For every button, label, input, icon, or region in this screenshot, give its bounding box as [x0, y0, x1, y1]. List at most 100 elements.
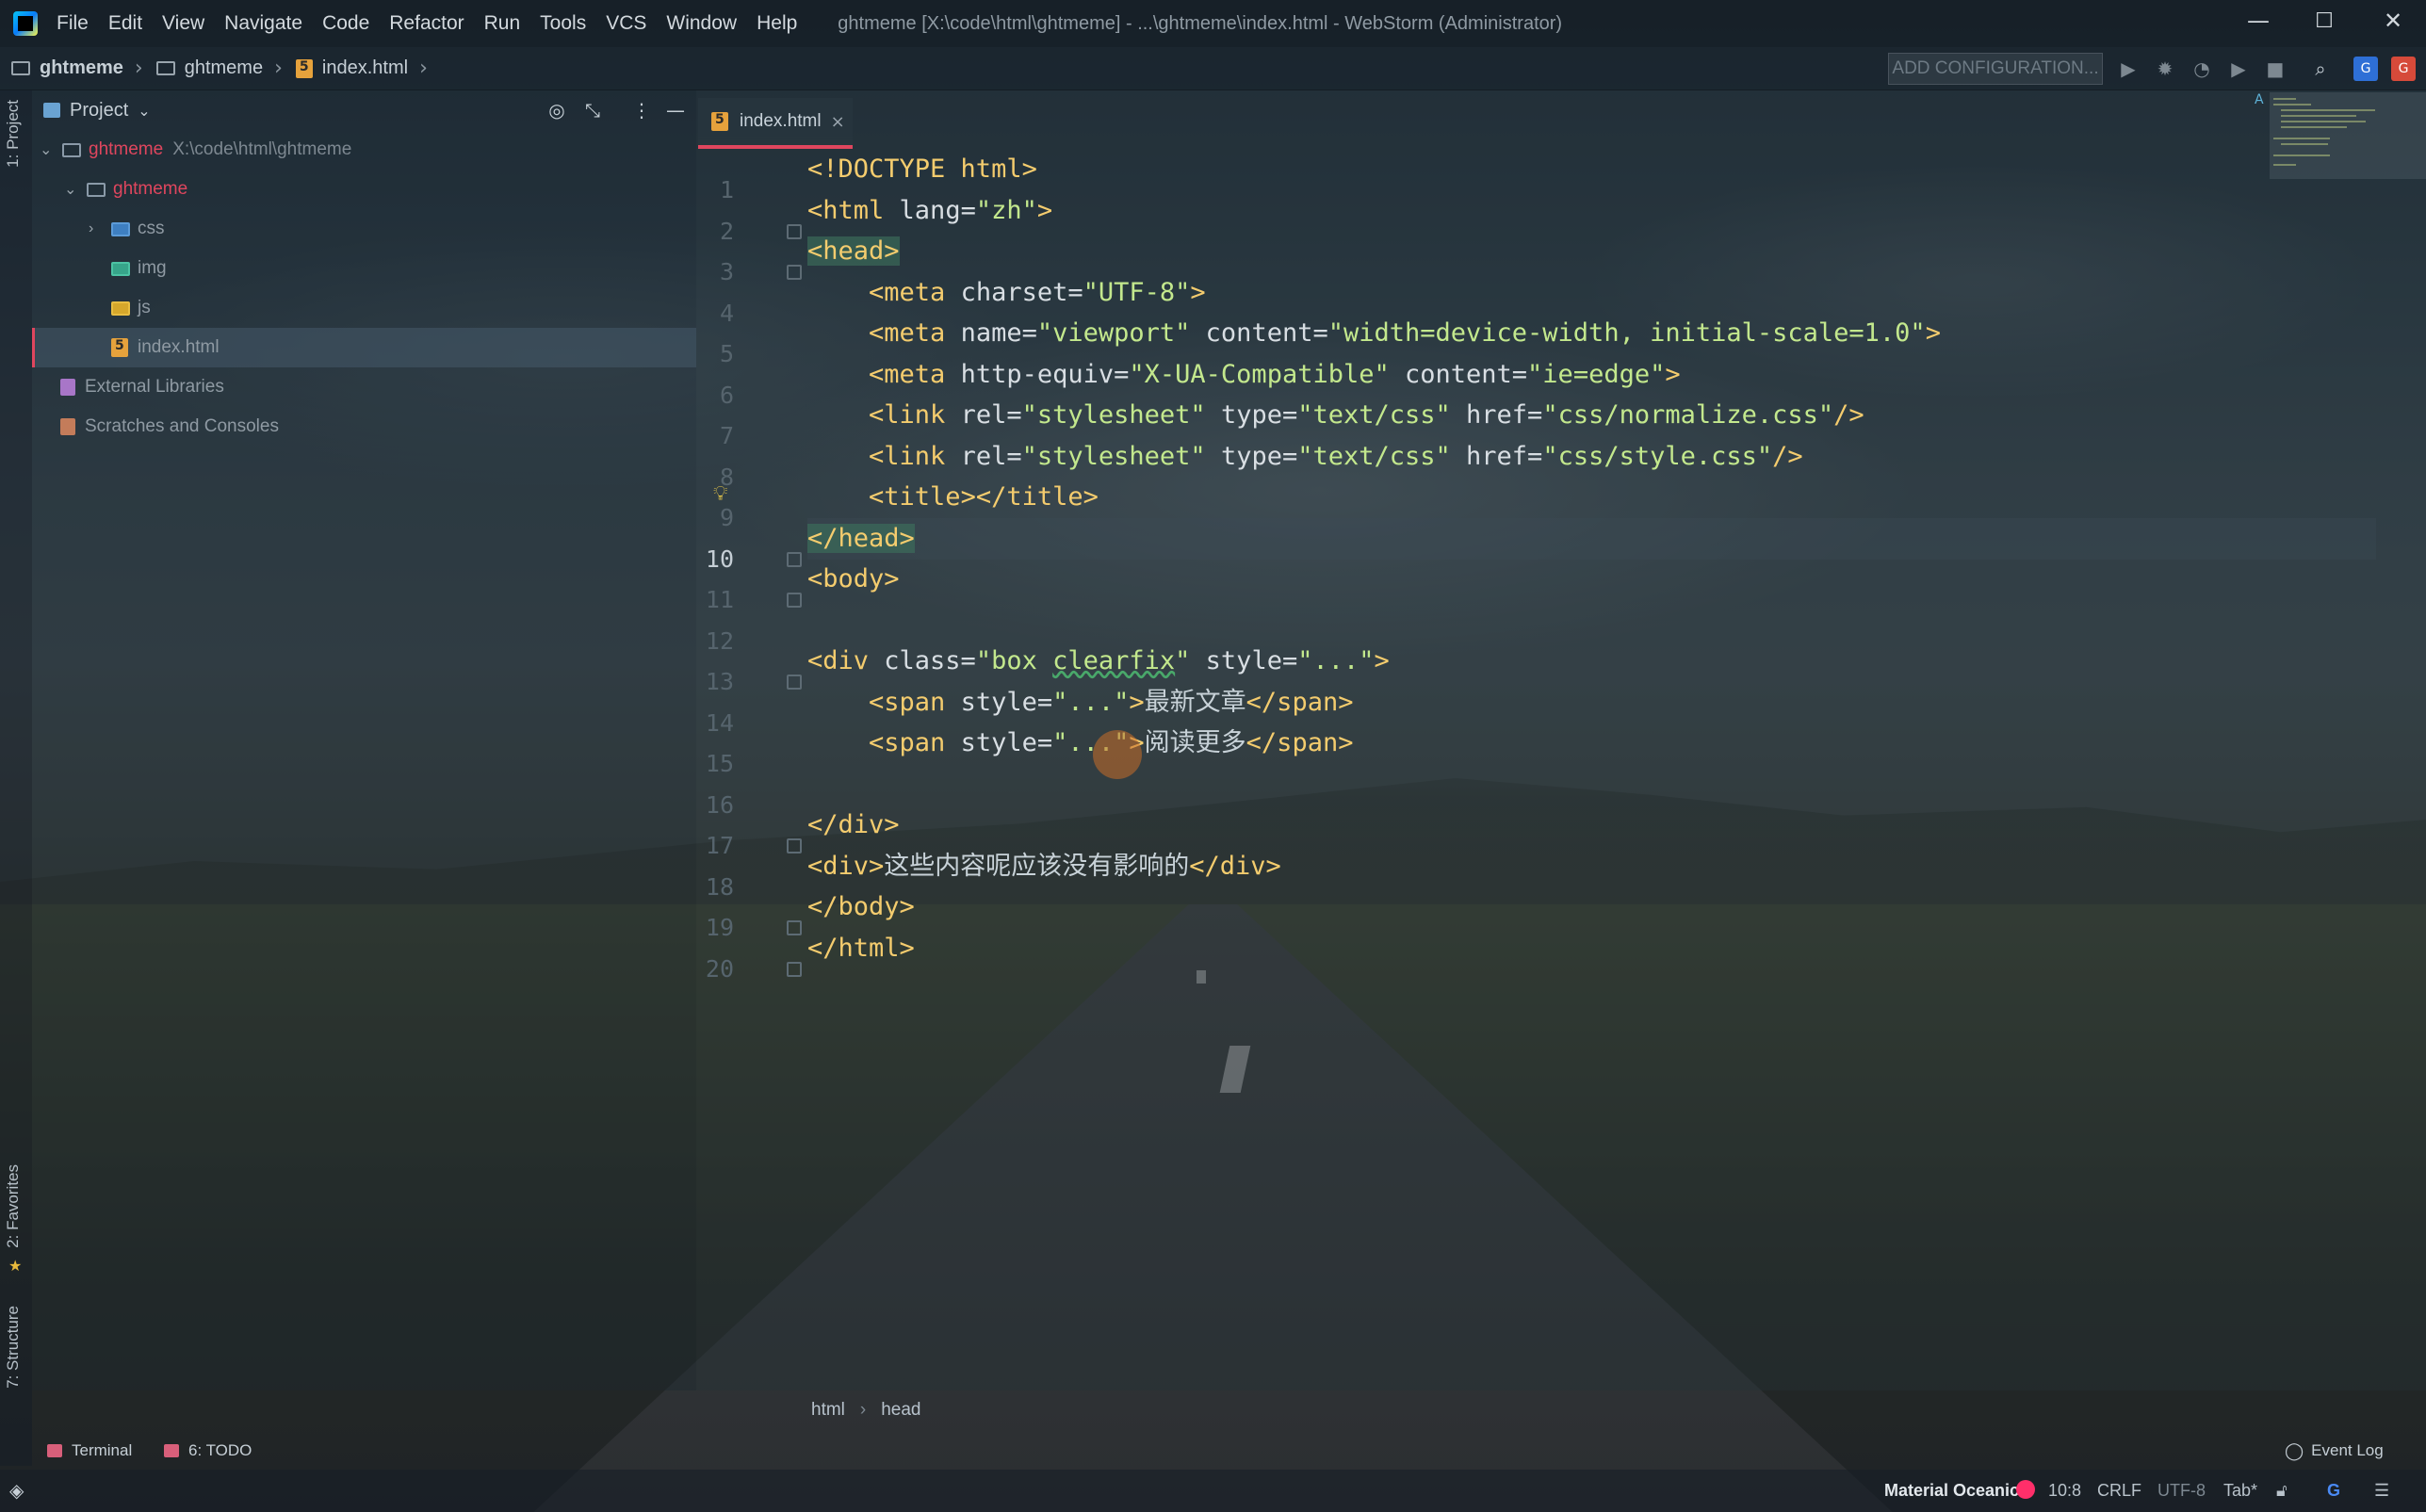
close-tab-icon[interactable]: × [831, 112, 845, 132]
menu-tools[interactable]: Tools [540, 12, 586, 35]
fold-marker-icon[interactable] [787, 838, 802, 854]
menu-refactor[interactable]: Refactor [389, 12, 464, 35]
line-number[interactable]: 2 [696, 211, 734, 252]
breadcrumb-project[interactable]: ghtmeme [11, 57, 123, 79]
close-window-button[interactable]: ✕ [2360, 0, 2426, 41]
todo-tool-button[interactable]: 6: TODO [164, 1441, 252, 1460]
line-number[interactable]: 7 [696, 415, 734, 457]
line-number[interactable]: 20 [696, 949, 734, 990]
fold-marker-icon[interactable] [787, 920, 802, 935]
chevron-down-icon[interactable]: ⌄ [138, 102, 150, 120]
hide-panel-icon[interactable]: — [663, 98, 688, 122]
code-line[interactable]: </head> [807, 518, 915, 560]
code-line[interactable]: </html> [807, 928, 915, 969]
menu-file[interactable]: File [57, 12, 89, 35]
line-number[interactable]: 16 [696, 785, 734, 826]
caret-position[interactable]: 10:8 [2048, 1481, 2081, 1501]
fold-marker-icon[interactable] [787, 961, 802, 977]
chevron-down-icon[interactable]: ⌄ [40, 140, 53, 159]
line-number[interactable]: 18 [696, 867, 734, 908]
fold-marker-icon[interactable] [787, 551, 802, 567]
line-number[interactable]: 3 [696, 252, 734, 293]
run-icon[interactable]: ▶ [2116, 57, 2141, 81]
line-number[interactable]: 6 [696, 375, 734, 416]
code-line[interactable]: <div class="box clearfix" style="..."> [807, 641, 1390, 682]
menu-help[interactable]: Help [757, 12, 797, 35]
code-line[interactable]: <div>这些内容呢应该没有影响的</div> [807, 846, 1281, 887]
menu-code[interactable]: Code [322, 12, 369, 35]
code-line[interactable]: <link rel="stylesheet" type="text/css" h… [807, 395, 1864, 436]
project-view-selector[interactable]: Project [70, 100, 128, 122]
line-number[interactable]: 11 [696, 579, 734, 621]
translate-alt-icon[interactable]: G [2391, 57, 2416, 81]
file-encoding[interactable]: UTF-8 [2157, 1481, 2206, 1501]
code-line[interactable]: <title></title> [807, 477, 1099, 518]
code-line[interactable]: <head> [807, 231, 900, 272]
code-line[interactable]: </body> [807, 886, 915, 928]
code-line[interactable]: <span style="...">阅读更多</span> [807, 723, 1353, 764]
code-minimap[interactable]: A [2255, 92, 2426, 179]
fold-marker-icon[interactable] [787, 223, 802, 239]
code-line[interactable]: </div> [807, 805, 900, 846]
line-number[interactable]: 1 [696, 170, 734, 211]
line-number[interactable]: 14 [696, 703, 734, 744]
tree-item-img[interactable]: img [32, 249, 696, 288]
event-log-button[interactable]: ◯ Event Log [2285, 1441, 2384, 1461]
menu-edit[interactable]: Edit [108, 12, 142, 35]
menu-window[interactable]: Window [666, 12, 737, 35]
google-icon[interactable]: G [2327, 1481, 2340, 1501]
line-number[interactable]: 13 [696, 661, 734, 703]
tree-item-external-libraries[interactable]: External Libraries [32, 367, 696, 407]
breadcrumb-file[interactable]: index.html [295, 57, 408, 79]
tab-index-html[interactable]: index.html × [698, 98, 853, 149]
collapse-all-icon[interactable]: ⤡ [580, 98, 605, 122]
terminal-tool-button[interactable]: Terminal [47, 1441, 132, 1460]
add-configuration-button[interactable]: ADD CONFIGURATION... [1888, 53, 2103, 85]
code-line[interactable]: <meta name="viewport" content="width=dev… [807, 313, 1941, 354]
chevron-right-icon[interactable]: › [89, 220, 102, 237]
debug-icon[interactable]: ✹ [2153, 57, 2177, 81]
code-line[interactable]: <meta http-equiv="X-UA-Compatible" conte… [807, 354, 1681, 396]
code-line[interactable]: <!DOCTYPE html> [807, 149, 1037, 190]
line-number[interactable]: 5 [696, 333, 734, 375]
tab-structure[interactable]: 7: Structure [4, 1306, 23, 1389]
line-number[interactable]: 4 [696, 293, 734, 334]
minimize-button[interactable]: — [2225, 0, 2291, 41]
line-number[interactable]: 10 [696, 539, 734, 580]
code-line[interactable]: <span style="...">最新文章</span> [807, 682, 1353, 723]
chevron-down-icon[interactable]: ⌄ [64, 180, 77, 199]
fold-marker-icon[interactable] [787, 675, 802, 690]
intention-bulb-icon[interactable]: 💡︎ [713, 482, 727, 506]
notifications-icon[interactable]: ☰ [2374, 1481, 2389, 1501]
tree-item-css[interactable]: › css [32, 209, 696, 249]
options-menu-icon[interactable]: ⋮ [629, 98, 654, 122]
menu-view[interactable]: View [162, 12, 204, 35]
tool-windows-icon[interactable]: ◈ [9, 1479, 24, 1502]
stop-icon[interactable]: ■ [2263, 57, 2288, 81]
code-line[interactable]: <body> [807, 559, 900, 600]
locate-file-icon[interactable]: ◎ [545, 98, 569, 122]
tree-item-root[interactable]: ⌄ ghtmeme X:\code\html\ghtmeme [32, 130, 696, 170]
code-line[interactable]: <meta charset="UTF-8"> [807, 272, 1206, 314]
tree-item-js[interactable]: js [32, 288, 696, 328]
code-editor[interactable]: <!DOCTYPE html> <html lang="zh"> <head> <m… [713, 149, 2409, 1390]
theme-indicator[interactable]: Material Oceanic [1884, 1481, 2019, 1501]
maximize-button[interactable]: ☐ [2291, 0, 2357, 41]
indent-setting[interactable]: Tab* [2223, 1481, 2257, 1501]
line-separator[interactable]: CRLF [2097, 1481, 2141, 1501]
line-number[interactable]: 12 [696, 621, 734, 662]
code-line[interactable]: <html lang="zh"> [807, 190, 1052, 232]
breadcrumb-folder[interactable]: ghtmeme [155, 57, 263, 79]
breadcrumb-head[interactable]: head [881, 1400, 920, 1421]
menu-navigate[interactable]: Navigate [224, 12, 302, 35]
code-line[interactable]: <link rel="stylesheet" type="text/css" h… [807, 436, 1803, 478]
line-number[interactable]: 15 [696, 743, 734, 785]
fold-marker-icon[interactable] [787, 265, 802, 280]
translate-icon[interactable]: G [2353, 57, 2378, 81]
tree-item-ghtmeme[interactable]: ⌄ ghtmeme [32, 170, 696, 209]
tree-item-scratches[interactable]: Scratches and Consoles [32, 407, 696, 447]
breadcrumb-html[interactable]: html [811, 1400, 845, 1421]
profile-icon[interactable]: ▶ [2226, 57, 2251, 81]
menu-run[interactable]: Run [484, 12, 521, 35]
line-number[interactable]: 17 [696, 825, 734, 867]
